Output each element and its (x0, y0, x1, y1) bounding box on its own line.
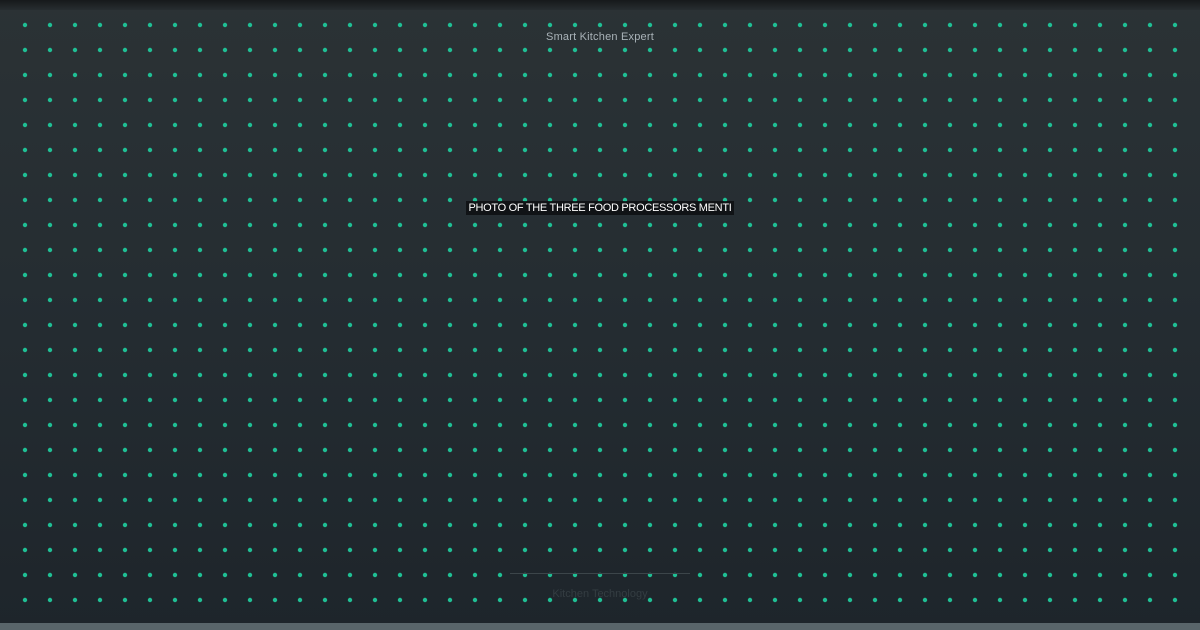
footer-divider (510, 573, 690, 574)
headline-text: PHOTO OF THE THREE FOOD PROCESSORS MENTI (466, 201, 734, 215)
footer-tagline: Kitchen Technology (552, 588, 648, 600)
bottom-accent-bar (0, 623, 1200, 630)
og-image-card: Smart Kitchen Expert PHOTO OF THE THREE … (0, 0, 1200, 630)
site-name: Smart Kitchen Expert (546, 31, 654, 43)
dot-grid-pattern (12, 12, 1188, 612)
headline-banner: PHOTO OF THE THREE FOOD PROCESSORS MENTI (0, 201, 1200, 215)
